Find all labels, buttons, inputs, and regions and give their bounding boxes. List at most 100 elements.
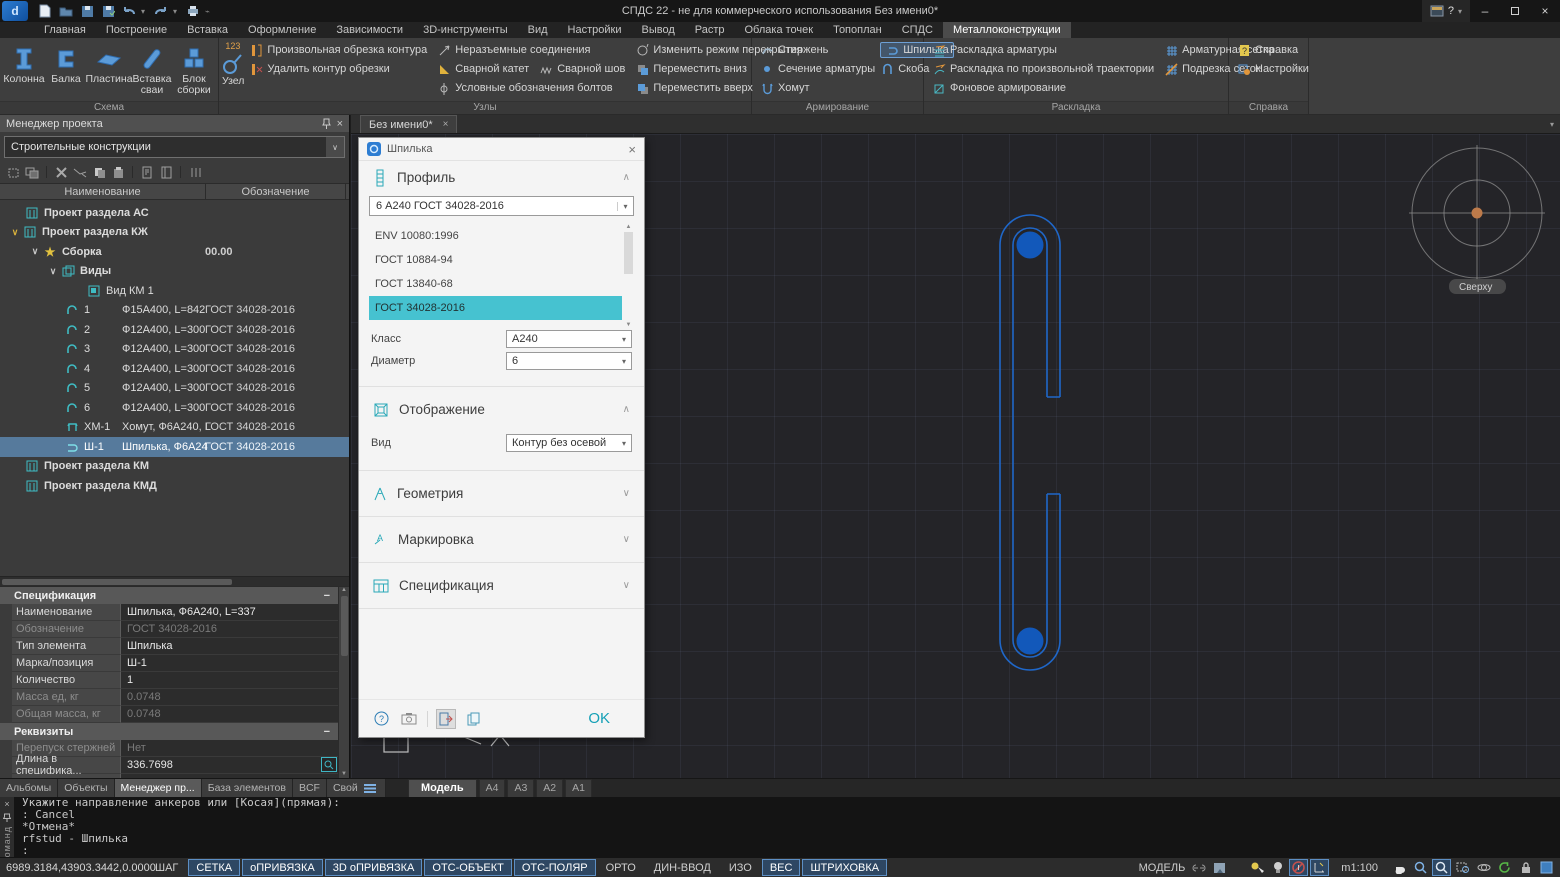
column-designation[interactable]: Обозначение: [205, 184, 345, 200]
tab-a3[interactable]: А3: [507, 779, 534, 798]
workspace-switch[interactable]: ? ▾: [1422, 0, 1470, 22]
bar-section-top[interactable]: [1017, 232, 1044, 259]
tab-metallokonstrukcii[interactable]: Металлоконструкции: [943, 22, 1071, 38]
zoom-icon[interactable]: [1411, 859, 1430, 876]
attrs-section-header[interactable]: Реквизиты−: [0, 723, 338, 740]
spec-row[interactable]: Тип элементаШпилька: [0, 638, 338, 655]
doc-tabs-overflow-icon[interactable]: ▾: [1550, 120, 1554, 129]
list-item-selected[interactable]: ГОСТ 34028-2016: [369, 296, 622, 320]
tab-project-manager[interactable]: Менеджер пр...: [115, 779, 202, 797]
redo-icon[interactable]: [152, 3, 170, 19]
rebar-layout-item[interactable]: Раскладка арматуры: [932, 42, 1154, 58]
toolbar-overflow-icon[interactable]: ⌁: [205, 7, 213, 16]
bolt-symbols-item[interactable]: Условные обозначения болтов: [437, 80, 625, 96]
chevron-down-icon[interactable]: ∨: [46, 266, 60, 277]
iso-toggle[interactable]: ИЗО: [721, 859, 760, 876]
class-select[interactable]: А240▾: [506, 330, 632, 348]
tab-postroenie[interactable]: Построение: [96, 22, 177, 38]
tab-element-base[interactable]: База элементов: [202, 779, 293, 797]
weld-fillet-item[interactable]: Сварной катет: [437, 61, 529, 77]
list-scrollbar[interactable]: ▲ ▼: [623, 224, 634, 328]
tab-a1[interactable]: А1: [565, 779, 592, 798]
object-tracking-toggle[interactable]: ОТС-ОБЪЕКТ: [424, 859, 511, 876]
minimize-button[interactable]: –: [1470, 0, 1500, 22]
spec-row[interactable]: Длина в специфика... 336.7698: [0, 757, 338, 774]
vertical-scrollbar[interactable]: ▲ ▼: [338, 587, 349, 778]
zoom-window-icon[interactable]: [1453, 859, 1472, 876]
document-tab[interactable]: Без имени0* ×: [360, 115, 457, 133]
open-folder-icon[interactable]: [57, 3, 75, 19]
grid-toggle[interactable]: СЕТКА: [188, 859, 240, 876]
panel-title-bar[interactable]: Менеджер проекта ×: [0, 115, 349, 132]
scrollbar-thumb[interactable]: [341, 596, 348, 656]
osnap-3d-toggle[interactable]: 3D оПРИВЯЗКА: [325, 859, 423, 876]
tab-zavisimosti[interactable]: Зависимости: [326, 22, 413, 38]
measure-length-button[interactable]: [321, 757, 337, 772]
ucs-icon-toggle[interactable]: [1310, 859, 1329, 876]
delete-trim-contour-item[interactable]: Удалить контур обрезки: [249, 61, 427, 77]
project-type-select[interactable]: Строительные конструкции ∨: [4, 136, 345, 158]
tab-objects[interactable]: Объекты: [58, 779, 114, 797]
dialog-help-icon[interactable]: ?: [371, 709, 391, 729]
tree-row[interactable]: 4Ф12А400, L=300 ГОСТ 34028-2016: [0, 359, 349, 379]
edit-report-icon[interactable]: [140, 165, 154, 179]
regen-icon[interactable]: [1495, 859, 1514, 876]
ok-button[interactable]: OK: [588, 710, 610, 727]
spec-row[interactable]: Количество1: [0, 672, 338, 689]
tab-model[interactable]: Модель: [408, 779, 477, 798]
section-geometry[interactable]: Геометрия ∨: [359, 477, 644, 510]
tree-row[interactable]: ХМ-1Хомут, Ф6А240, L ГОСТ 34028-2016: [0, 418, 349, 438]
dialog-title-bar[interactable]: Шпилька ×: [359, 138, 644, 161]
copy-properties-icon[interactable]: [464, 709, 484, 729]
insert-pile-button[interactable]: Вставка сваи: [131, 40, 173, 96]
close-button[interactable]: ×: [1530, 0, 1560, 22]
tab-albums[interactable]: Альбомы: [0, 779, 58, 797]
spec-row[interactable]: НаименованиеШпилька, Ф6А240, L=337: [0, 604, 338, 621]
print-icon[interactable]: [184, 3, 202, 19]
catalog-icon[interactable]: [159, 165, 173, 179]
save-as-icon[interactable]: [99, 3, 117, 19]
help-menu[interactable]: ?: [1448, 5, 1454, 17]
layout-arbitrary-path-item[interactable]: Раскладка по произвольной траектории: [932, 61, 1154, 77]
no-selection-highlight-icon[interactable]: [1289, 859, 1308, 876]
column-name[interactable]: Наименование: [0, 184, 205, 200]
zoom-realtime-icon[interactable]: [1432, 859, 1451, 876]
tab-glavnaya[interactable]: Главная: [34, 22, 96, 38]
tree-row[interactable]: ∨ Виды: [0, 262, 349, 282]
help-dropdown-icon[interactable]: ▾: [1458, 7, 1462, 16]
redo-dropdown-icon[interactable]: ▾: [173, 7, 181, 16]
annotation-sheet-icon[interactable]: [1210, 859, 1229, 876]
scroll-down-icon[interactable]: ▼: [626, 322, 632, 328]
undo-dropdown-icon[interactable]: ▾: [141, 7, 149, 16]
command-close-icon[interactable]: ×: [4, 799, 9, 809]
chevron-down-icon[interactable]: ∨: [28, 246, 42, 257]
section-specification[interactable]: Спецификация ∨: [359, 569, 644, 602]
undo-icon[interactable]: [120, 3, 138, 19]
list-item[interactable]: ENV 10080:1996: [369, 224, 622, 248]
chevron-up-icon[interactable]: ∧: [623, 172, 630, 183]
paste-icon[interactable]: [111, 165, 125, 179]
lineweight-toggle[interactable]: ВЕС: [762, 859, 801, 876]
dialog-close-icon[interactable]: ×: [628, 142, 636, 157]
app-logo-icon[interactable]: d: [2, 1, 28, 21]
horizontal-scrollbar[interactable]: [0, 576, 349, 586]
tab-vyvod[interactable]: Вывод: [631, 22, 684, 38]
scroll-down-icon[interactable]: ▼: [341, 771, 347, 777]
tree-row[interactable]: 5Ф12А400, L=300 ГОСТ 34028-2016: [0, 379, 349, 399]
collapse-icon[interactable]: −: [324, 726, 330, 738]
stirrup-item[interactable]: Хомут: [760, 80, 875, 96]
doc-close-icon[interactable]: ×: [443, 119, 449, 130]
view-select[interactable]: Контур без осевой▾: [506, 434, 632, 452]
command-history[interactable]: Укажите направление анкеров или [Косая](…: [14, 797, 1560, 857]
tab-bcf[interactable]: BCF: [293, 779, 327, 797]
scrollbar-thumb[interactable]: [624, 232, 633, 274]
pan-icon[interactable]: [1390, 859, 1409, 876]
tree-row[interactable]: ∨ Проект раздела КЖ: [0, 223, 349, 243]
beam-button[interactable]: Балка: [45, 40, 87, 85]
tab-oblaka-tochek[interactable]: Облака точек: [735, 22, 824, 38]
settings-item[interactable]: Настройки: [1237, 61, 1309, 77]
section-marking[interactable]: A Маркировка ∨: [359, 523, 644, 556]
tab-rastr[interactable]: Растр: [685, 22, 735, 38]
list-item[interactable]: ГОСТ 13840-68: [369, 272, 622, 296]
tab-vstavka[interactable]: Вставка: [177, 22, 238, 38]
